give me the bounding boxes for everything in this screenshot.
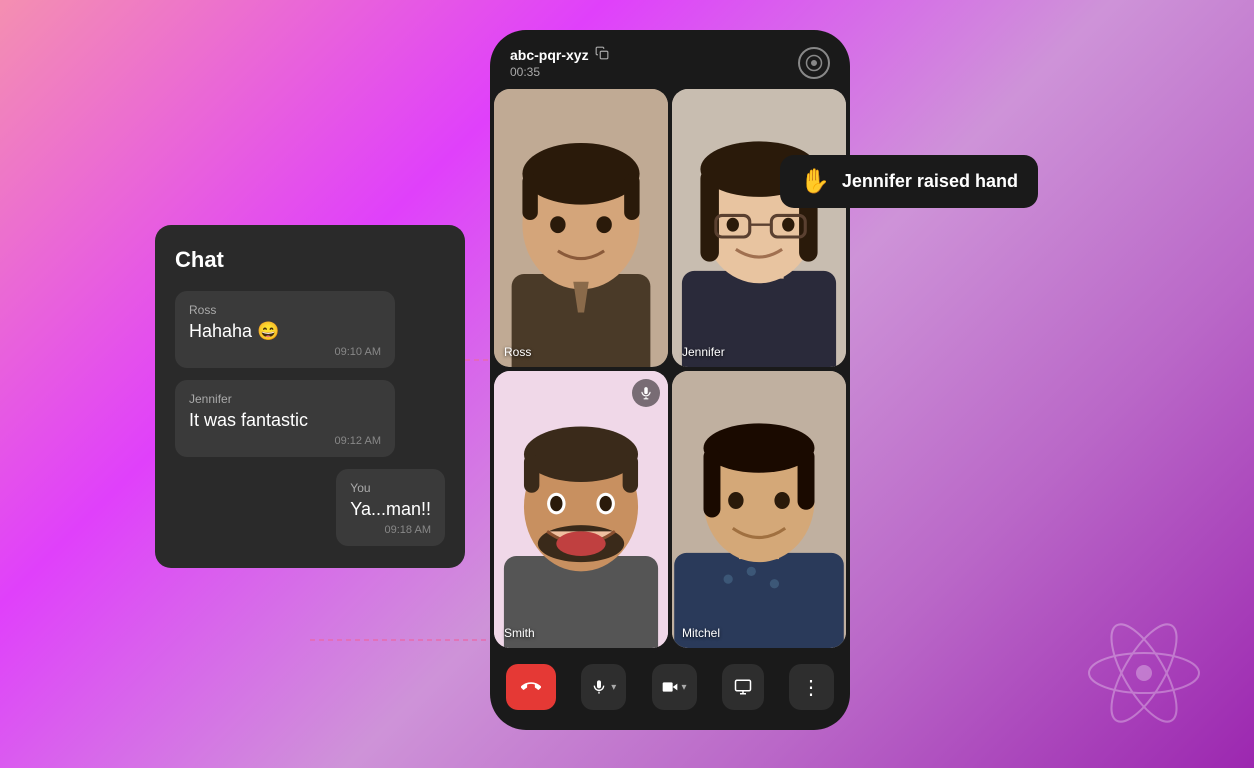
atom-decoration [1084, 613, 1204, 738]
label-smith: Smith [504, 626, 535, 640]
call-timer: 00:35 [510, 65, 609, 79]
video-smith: Smith [494, 371, 668, 649]
hand-icon: ✋ [800, 167, 830, 196]
screen-share-button[interactable] [722, 664, 764, 710]
call-header: abc-pqr-xyz 00:35 [490, 30, 850, 89]
time-jennifer: 09:12 AM [189, 435, 381, 447]
time-you: 09:18 AM [350, 524, 431, 536]
chat-messages: Ross Hahaha 😄 09:10 AM Jennifer It was f… [175, 291, 445, 546]
camera-chevron: ▾ [682, 682, 687, 693]
chat-panel: Chat Ross Hahaha 😄 09:10 AM Jennifer It … [155, 225, 465, 568]
message-ross: Ross Hahaha 😄 09:10 AM [175, 291, 395, 368]
text-you: Ya...man!! [350, 499, 431, 520]
end-call-button[interactable] [506, 664, 556, 710]
video-mitchel: Mitchel [672, 371, 846, 649]
camera-button[interactable]: ▾ [652, 664, 697, 710]
mic-button[interactable]: ▾ [581, 664, 626, 710]
chat-title: Chat [175, 247, 445, 273]
message-you: You Ya...man!! 09:18 AM [336, 469, 445, 546]
label-jennifer: Jennifer [682, 345, 725, 359]
raised-hand-toast: ✋ Jennifer raised hand [780, 155, 1038, 208]
mic-chevron: ▾ [611, 682, 616, 693]
label-ross: Ross [504, 345, 531, 359]
more-options-button[interactable]: ⋮ [789, 664, 834, 710]
phone-frame: abc-pqr-xyz 00:35 [490, 30, 850, 730]
message-jennifer: Jennifer It was fantastic 09:12 AM [175, 380, 395, 457]
sender-jennifer: Jennifer [189, 392, 381, 406]
time-ross: 09:10 AM [189, 346, 381, 358]
label-mitchel: Mitchel [682, 626, 720, 640]
text-jennifer: It was fantastic [189, 410, 381, 431]
raised-hand-text: Jennifer raised hand [842, 171, 1018, 192]
controls-bar: ▾ ▾ ⋮ [490, 652, 850, 730]
text-ross: Hahaha 😄 [189, 321, 381, 342]
mic-active-indicator [632, 379, 660, 407]
more-options-icon: ⋮ [801, 675, 822, 700]
call-info: abc-pqr-xyz 00:35 [510, 46, 609, 79]
video-jennifer: Jennifer [672, 89, 846, 367]
record-button[interactable] [798, 47, 830, 79]
copy-icon[interactable] [595, 46, 609, 63]
video-ross: Ross [494, 89, 668, 367]
call-id: abc-pqr-xyz [510, 46, 609, 63]
sender-ross: Ross [189, 303, 381, 317]
sender-you: You [350, 481, 431, 495]
